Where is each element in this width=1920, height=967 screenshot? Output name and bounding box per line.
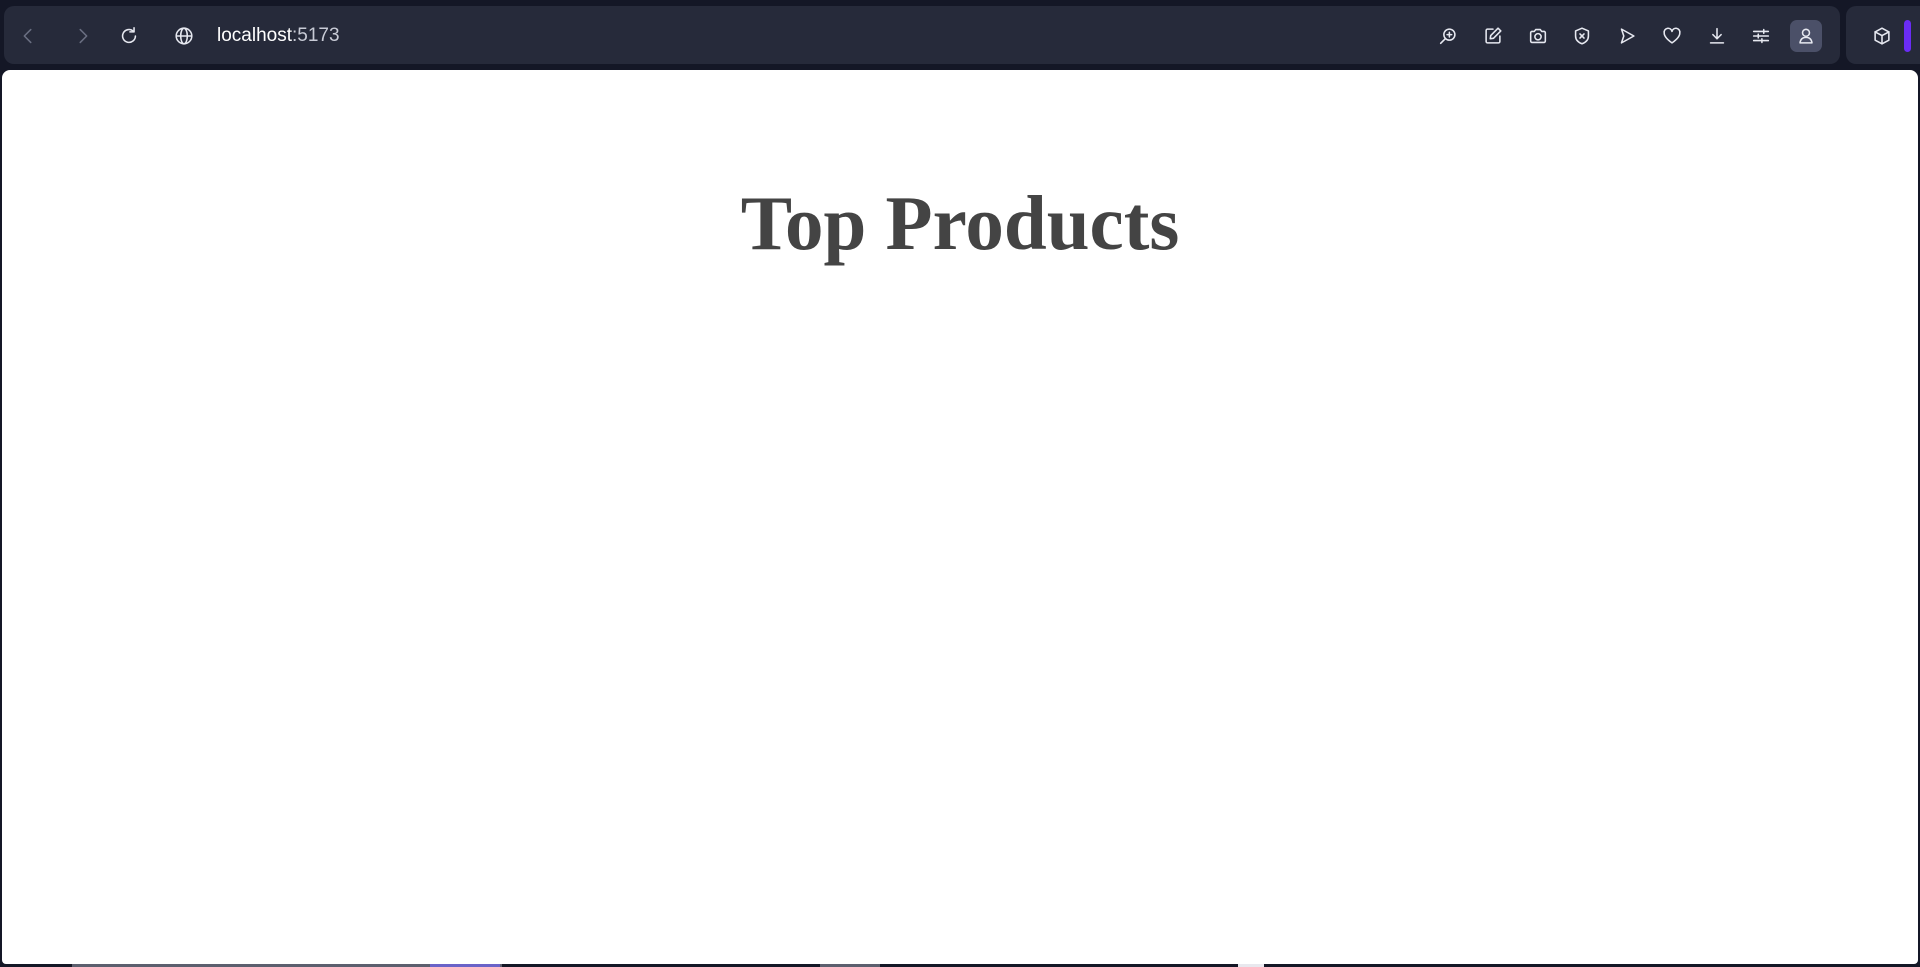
close-circle-icon (1574, 27, 1590, 45)
reload-button[interactable] (113, 20, 145, 52)
globe-icon (175, 27, 193, 45)
settings-button[interactable] (1745, 20, 1777, 52)
page-viewport: Top Products (2, 70, 1918, 964)
forward-button[interactable] (67, 20, 99, 52)
favorite-button[interactable] (1656, 20, 1688, 52)
screenshot-button[interactable] (1522, 20, 1554, 52)
profile-button[interactable] (1790, 20, 1822, 52)
zoom-in-icon (1439, 28, 1456, 45)
url-host: localhost (217, 25, 292, 46)
cube-icon (1874, 27, 1890, 45)
page-title: Top Products (740, 180, 1180, 266)
shield-block-button[interactable] (1566, 20, 1598, 52)
address-bar[interactable]: localhost:5173 (217, 22, 340, 50)
zoom-button[interactable] (1432, 20, 1464, 52)
profile-icon (1799, 28, 1813, 44)
send-icon (1620, 28, 1635, 44)
download-icon (1709, 27, 1725, 44)
browser-toolbar: localhost:5173 (4, 6, 1840, 64)
edit-page-icon (1485, 27, 1502, 44)
site-info-button[interactable] (168, 20, 200, 52)
sliders-icon (1752, 28, 1770, 44)
reload-icon (121, 26, 137, 44)
extensions-button[interactable] (1866, 20, 1898, 52)
downloads-button[interactable] (1701, 20, 1733, 52)
url-port: :5173 (292, 25, 340, 46)
chevron-left-icon (23, 28, 32, 44)
edit-page-button[interactable] (1477, 20, 1509, 52)
back-button[interactable] (12, 20, 44, 52)
camera-icon (1529, 28, 1547, 44)
chevron-right-icon (79, 28, 88, 44)
browser-window: localhost:5173 Top Products (0, 0, 1920, 967)
sidebar-accent[interactable] (1904, 20, 1911, 52)
heart-icon (1663, 27, 1681, 44)
send-button[interactable] (1611, 20, 1643, 52)
